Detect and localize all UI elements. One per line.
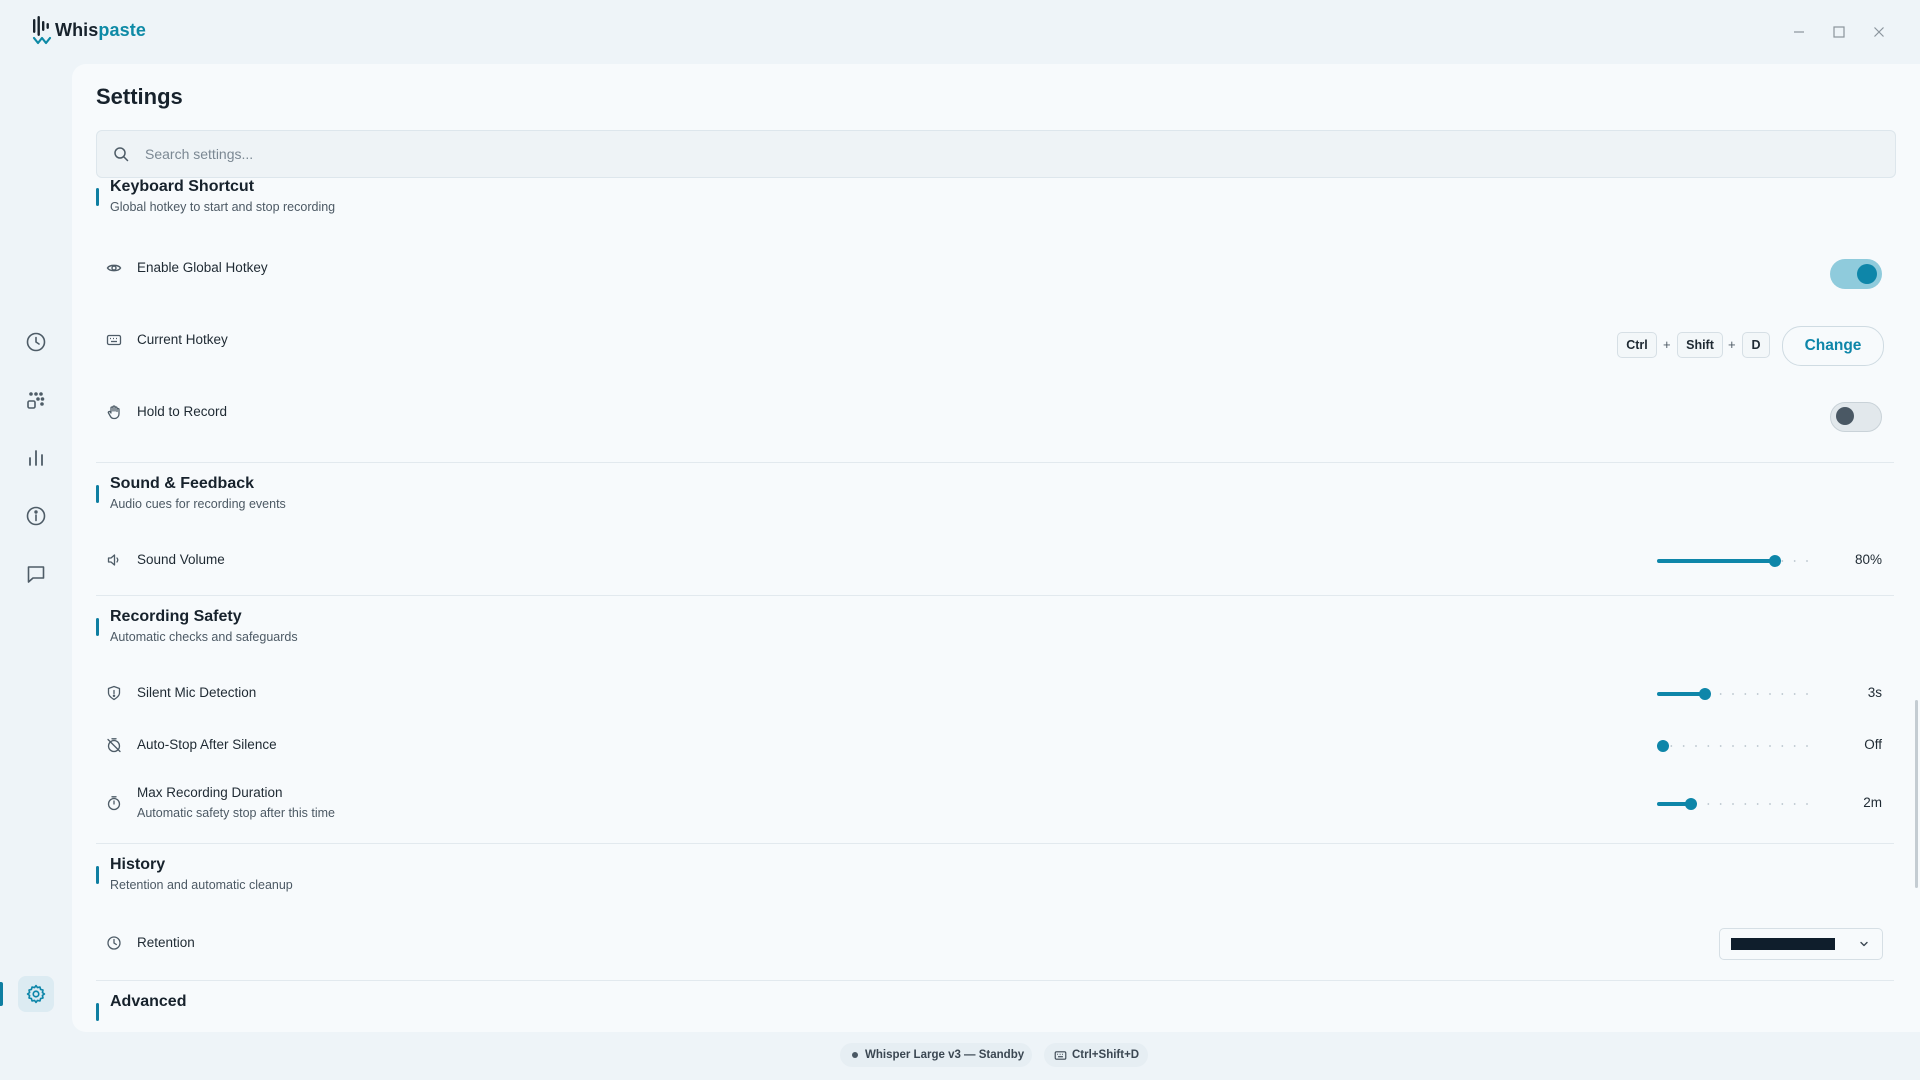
- speaker-icon: [106, 552, 122, 568]
- search-input[interactable]: [143, 145, 1847, 163]
- section-accent-bar: [96, 188, 99, 206]
- auto-stop-value: Off: [1864, 737, 1882, 752]
- section-title: Advanced: [110, 993, 187, 1010]
- maximize-icon: [1833, 26, 1845, 38]
- clock-icon: [26, 332, 46, 352]
- hand-icon: [106, 404, 122, 420]
- scrollbar-thumb[interactable]: [1915, 700, 1918, 888]
- slider-knob[interactable]: [1685, 798, 1697, 810]
- sidebar-item-feedback[interactable]: [18, 556, 54, 592]
- hotkey-status-text: Ctrl+Shift+D: [1072, 1049, 1140, 1061]
- retention-selected-value: [1731, 938, 1835, 950]
- key-ctrl: Ctrl: [1617, 332, 1657, 358]
- setting-label: Silent Mic Detection: [137, 685, 257, 700]
- gear-icon: [26, 984, 46, 1004]
- section-accent-bar: [96, 866, 99, 884]
- sidebar-item-history[interactable]: [18, 324, 54, 360]
- chat-icon: [27, 566, 45, 583]
- close-button[interactable]: [1867, 20, 1891, 44]
- clock-icon: [106, 935, 122, 951]
- hold-to-record-toggle[interactable]: [1830, 402, 1882, 432]
- max-duration-value: 2m: [1863, 795, 1882, 810]
- model-status-text: Whisper Large v3 — Standby: [865, 1049, 1025, 1061]
- change-hotkey-button[interactable]: Change: [1782, 326, 1884, 366]
- section-title: Keyboard Shortcut: [110, 178, 255, 195]
- shield-icon: [106, 685, 122, 701]
- sidebar-item-settings[interactable]: [18, 976, 54, 1012]
- sidebar-item-dictionary[interactable]: [18, 382, 54, 418]
- maximize-button[interactable]: [1827, 20, 1851, 44]
- bar-chart-icon: [29, 450, 43, 466]
- keyboard-icon: [106, 332, 122, 348]
- section-accent-bar: [96, 485, 99, 503]
- key-d: D: [1742, 332, 1770, 358]
- close-icon: [1874, 27, 1884, 37]
- section-title: Recording Safety: [110, 608, 242, 625]
- max-duration-slider[interactable]: [1657, 795, 1809, 813]
- setting-label: Enable Global Hotkey: [137, 260, 268, 275]
- minimize-icon: [1794, 31, 1804, 33]
- sound-volume-slider[interactable]: [1657, 552, 1809, 570]
- retention-select[interactable]: [1719, 928, 1883, 960]
- timer-off-icon: [106, 737, 122, 753]
- section-subtitle: Global hotkey to start and stop recordin…: [110, 200, 336, 214]
- model-status-pill: Whisper Large v3 — Standby: [840, 1043, 1032, 1067]
- key-plus: +: [1663, 337, 1671, 352]
- section-title: History: [110, 856, 166, 873]
- keyboard-icon: [1054, 1049, 1067, 1062]
- section-title: Sound & Feedback: [110, 475, 255, 492]
- minimize-button[interactable]: [1787, 20, 1811, 44]
- info-icon: [26, 506, 46, 526]
- search-icon: [113, 146, 129, 162]
- eye-icon: [106, 260, 122, 276]
- setting-sublabel: Automatic safety stop after this time: [137, 806, 335, 820]
- section-accent-bar: [96, 1003, 99, 1021]
- section-divider: [96, 595, 1894, 596]
- silent-mic-value: 3s: [1867, 685, 1882, 700]
- setting-label: Auto-Stop After Silence: [137, 737, 277, 752]
- setting-label: Max Recording Duration: [137, 785, 283, 800]
- search-bar[interactable]: [96, 130, 1896, 178]
- waveform-logo-icon: [32, 16, 52, 45]
- section-divider: [96, 843, 1894, 844]
- section-divider: [96, 462, 1894, 463]
- section-subtitle: Audio cues for recording events: [110, 497, 286, 511]
- sidebar: [0, 60, 72, 1080]
- key-plus: +: [1728, 337, 1736, 352]
- app-name: Whispaste: [55, 19, 146, 40]
- slider-knob[interactable]: [1769, 555, 1781, 567]
- chevron-down-icon: [1858, 938, 1870, 950]
- enable-hotkey-toggle[interactable]: [1830, 259, 1882, 289]
- sound-volume-value: 80%: [1854, 552, 1882, 567]
- settings-panel: Settings Keyboard Shortcut Global hotkey…: [72, 64, 1920, 1032]
- section-subtitle: Automatic checks and safeguards: [110, 630, 298, 644]
- setting-label: Hold to Record: [137, 404, 228, 419]
- status-dot-icon: [852, 1052, 858, 1058]
- section-divider: [96, 980, 1894, 981]
- hotkey-status-pill: Ctrl+Shift+D: [1044, 1043, 1148, 1067]
- slider-knob[interactable]: [1699, 688, 1711, 700]
- setting-label: Current Hotkey: [137, 332, 228, 347]
- page-title: Settings: [96, 84, 183, 109]
- setting-label: Retention: [137, 935, 195, 950]
- stopwatch-icon: [106, 795, 122, 811]
- active-indicator: [0, 982, 3, 1006]
- section-accent-bar: [96, 618, 99, 636]
- title-bar: Whispaste: [0, 0, 1920, 60]
- section-subtitle: Retention and automatic cleanup: [110, 878, 293, 892]
- slider-knob[interactable]: [1657, 740, 1669, 752]
- auto-stop-slider[interactable]: [1657, 737, 1809, 755]
- sidebar-item-about[interactable]: [18, 498, 54, 534]
- grid-dots-icon: [27, 392, 45, 409]
- setting-label: Sound Volume: [137, 552, 225, 567]
- sidebar-item-stats[interactable]: [18, 440, 54, 476]
- silent-mic-slider[interactable]: [1657, 685, 1809, 703]
- key-shift: Shift: [1677, 332, 1723, 358]
- app-logo: Whispaste: [31, 14, 146, 46]
